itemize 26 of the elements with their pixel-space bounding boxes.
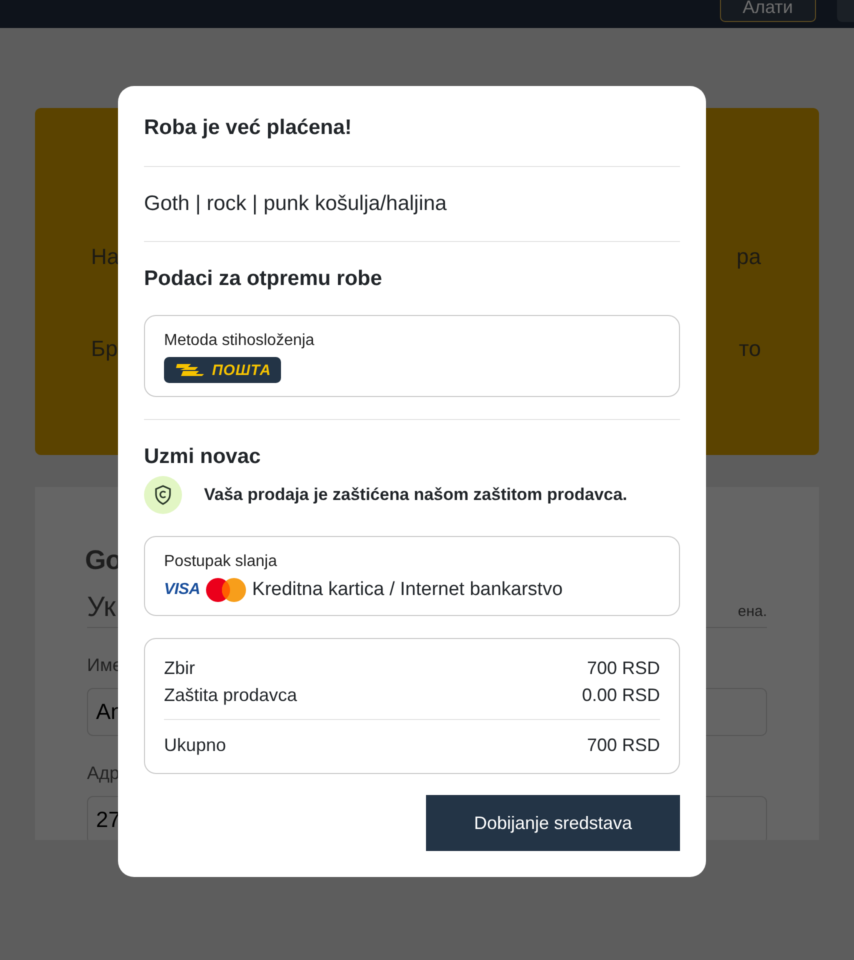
logo-text: ПОШТА	[212, 362, 272, 378]
get-funds-button[interactable]: Dobijanje sredstava	[426, 795, 680, 851]
protection-text: Vaša prodaja je zaštićena našom zaštitom prodavca.	[204, 485, 628, 505]
mastercard-icon	[206, 578, 246, 602]
field-label: Адр	[87, 762, 120, 784]
summary-label: Zaštita prodavca	[164, 684, 298, 707]
dialog-title: Roba je već plaćena!	[144, 115, 352, 141]
shield-icon	[144, 476, 182, 514]
form-subtitle: Ук	[87, 591, 116, 623]
summary-label: Zbir	[164, 657, 195, 680]
banner-text: ра	[736, 244, 761, 270]
banner-text: На	[91, 244, 120, 270]
form-note: ена.	[738, 603, 767, 620]
summary-label: Ukupno	[164, 734, 226, 757]
box-label: Postupak slanja	[164, 552, 277, 572]
payment-method: Kreditna kartica / Internet bankarstvo	[252, 579, 563, 601]
summary-amount: 0.00 RSD	[582, 684, 660, 707]
section-heading: Uzmi novac	[144, 444, 261, 470]
card-brand: VISA	[164, 581, 200, 599]
box-label: Metoda stihosloženja	[164, 331, 314, 351]
section-heading: Podaci za otpremu robe	[144, 266, 382, 292]
summary-amount: 700 RSD	[586, 657, 660, 680]
banner-text: Бр	[91, 336, 118, 362]
summary-amount: 700 RSD	[586, 734, 660, 757]
product-name: Goth | rock | punk košulja/haljina	[144, 191, 447, 217]
banner-text: то	[738, 336, 761, 362]
